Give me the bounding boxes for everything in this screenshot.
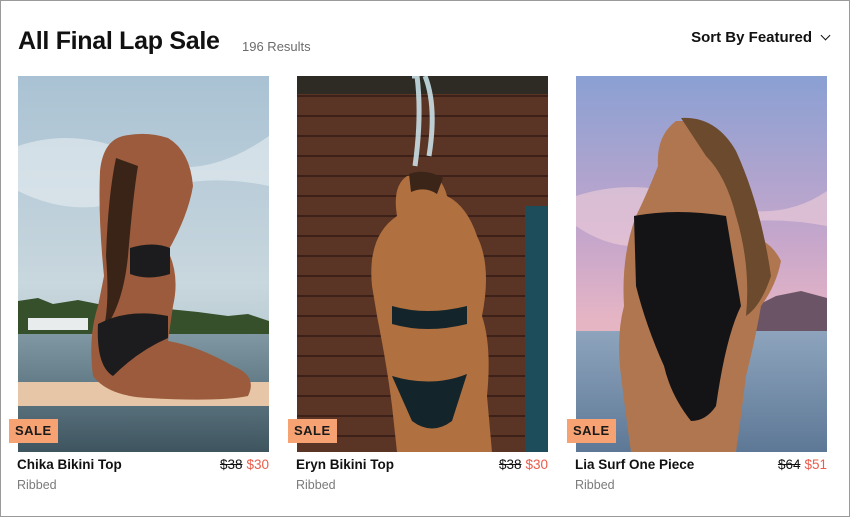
product-price: $64 $51 <box>778 457 827 472</box>
product-variant: Ribbed <box>296 478 336 492</box>
page-title: All Final Lap Sale <box>18 27 220 55</box>
page-frame: All Final Lap Sale 196 Results Sort By F… <box>0 0 850 517</box>
collection-header: All Final Lap Sale 196 Results Sort By F… <box>18 23 831 63</box>
product-card[interactable]: SALE Lia Surf One Piece $64 $51 Ribbed <box>567 76 827 496</box>
product-name[interactable]: Chika Bikini Top <box>17 457 122 472</box>
sale-price: $51 <box>804 457 827 472</box>
product-price: $38 $30 <box>499 457 548 472</box>
chevron-down-icon <box>820 30 831 41</box>
product-variant: Ribbed <box>575 478 615 492</box>
product-price: $38 $30 <box>220 457 269 472</box>
product-image[interactable] <box>297 76 548 452</box>
results-count: 196 Results <box>242 39 311 54</box>
product-image[interactable] <box>18 76 269 452</box>
product-name[interactable]: Lia Surf One Piece <box>575 457 694 472</box>
sale-price: $30 <box>525 457 548 472</box>
sale-price: $30 <box>246 457 269 472</box>
sort-label: Sort By Featured <box>691 29 812 46</box>
original-price: $38 <box>219 457 243 472</box>
sale-badge: SALE <box>288 419 337 443</box>
sort-dropdown[interactable]: Sort By Featured <box>691 29 831 46</box>
product-image[interactable] <box>576 76 827 452</box>
sale-badge: SALE <box>9 419 58 443</box>
original-price: $38 <box>498 457 522 472</box>
sale-badge: SALE <box>567 419 616 443</box>
product-variant: Ribbed <box>17 478 57 492</box>
product-card[interactable]: SALE Eryn Bikini Top $38 $30 Ribbed <box>288 76 548 496</box>
product-name[interactable]: Eryn Bikini Top <box>296 457 394 472</box>
original-price: $64 <box>777 457 801 472</box>
product-card[interactable]: SALE Chika Bikini Top $38 $30 Ribbed <box>9 76 269 496</box>
